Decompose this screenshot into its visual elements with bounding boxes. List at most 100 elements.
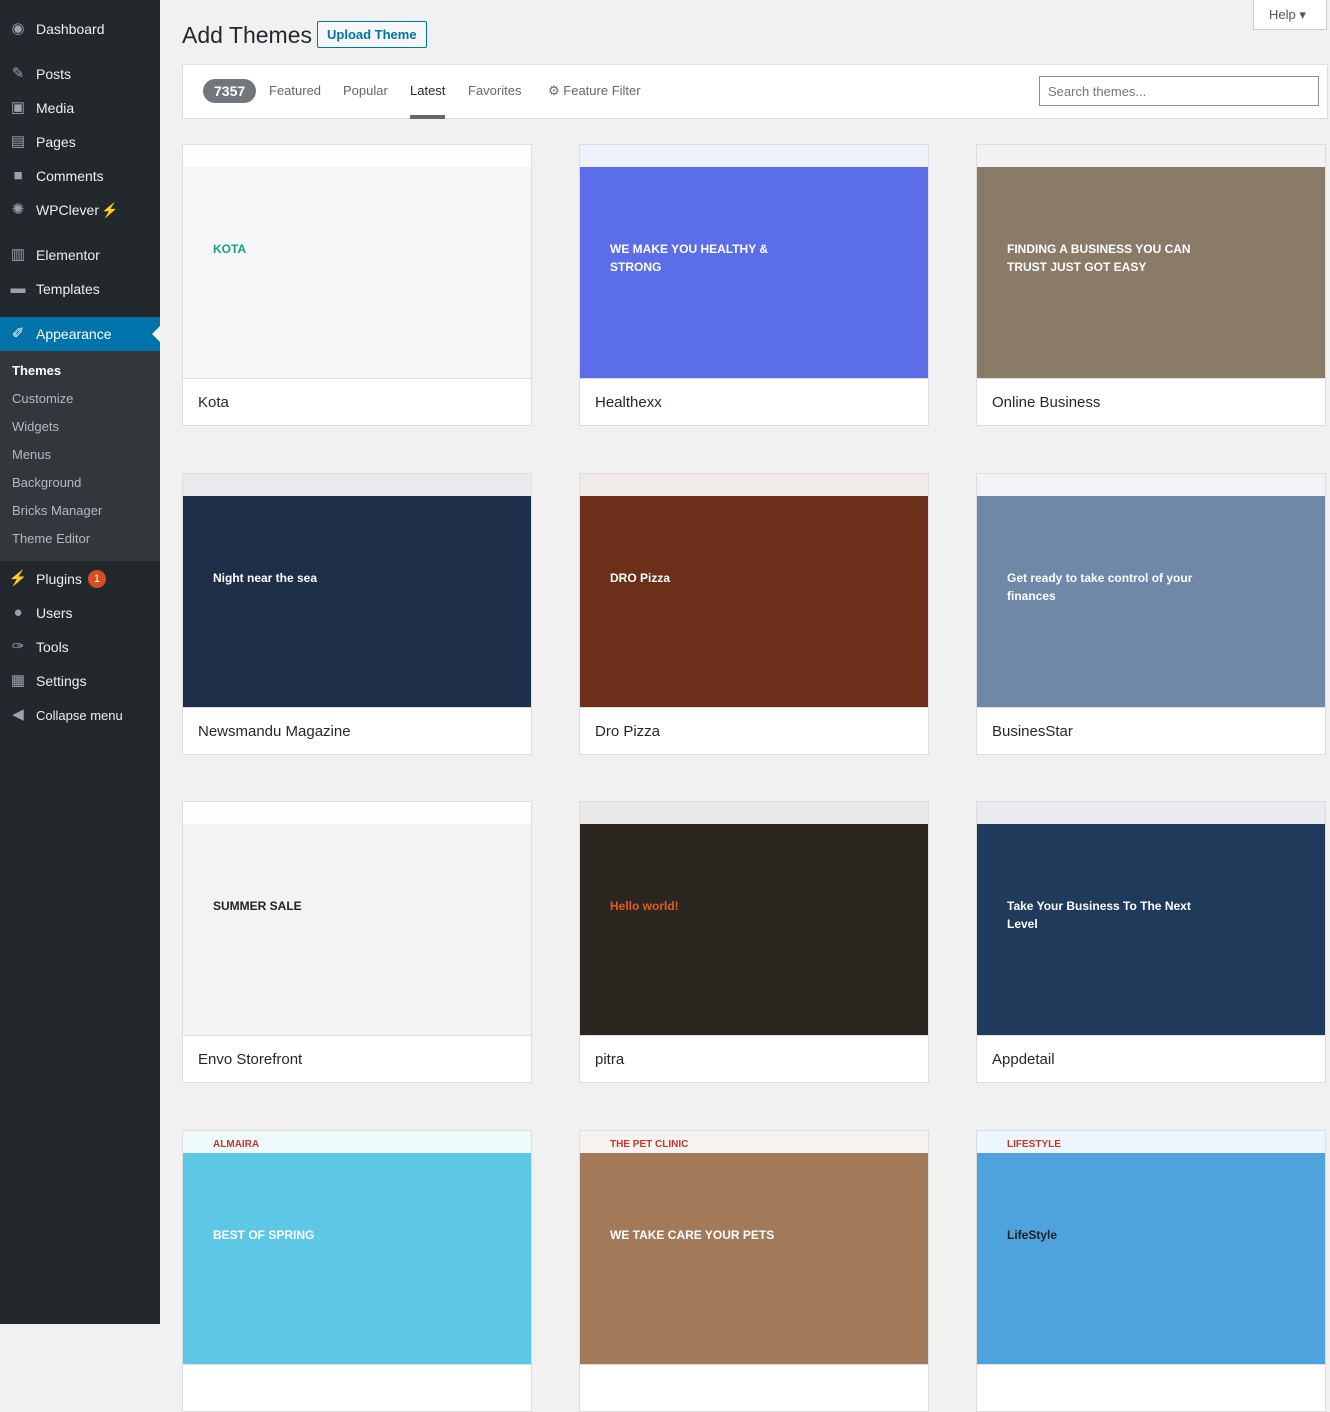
theme-screenshot[interactable]: Hello world! <box>580 802 928 1036</box>
sidebar-item-label: Templates <box>36 281 100 297</box>
submenu-item-themes[interactable]: Themes <box>0 357 160 385</box>
sidebar-item-pages[interactable]: ▤ Pages <box>0 125 160 159</box>
sidebar-item-users[interactable]: ● Users <box>0 596 160 630</box>
theme-name: Kota <box>198 394 229 411</box>
thumb-header <box>977 802 1325 824</box>
sidebar-item-tools[interactable]: ✑ Tools <box>0 630 160 664</box>
theme-screenshot[interactable]: LifeStyle LifeStyle <box>977 1131 1325 1365</box>
sidebar-item-plugins[interactable]: ⚡ Plugins 1 <box>0 562 160 596</box>
theme-name: Healthexx <box>595 394 662 411</box>
tab-featured[interactable]: Featured <box>269 83 321 98</box>
search-themes-input[interactable] <box>1039 76 1319 106</box>
thumb-headline: WE MAKE YOU HEALTHY & STRONG <box>610 242 769 274</box>
theme-card[interactable]: Get ready to take control of your financ… <box>976 473 1326 755</box>
theme-card[interactable]: DRO Pizza Dro Pizza <box>579 473 929 755</box>
theme-card[interactable]: Take Your Business To The Next Level Appd… <box>976 801 1326 1083</box>
theme-name: Envo Storefront <box>198 1051 303 1068</box>
theme-screenshot[interactable]: almaira BEST OF SPRING <box>183 1131 531 1365</box>
help-tab-button[interactable]: Help ▾ <box>1253 0 1327 30</box>
submenu-item-menus[interactable]: Menus <box>0 441 160 469</box>
theme-screenshot[interactable]: FINDING A BUSINESS YOU CAN TRUST JUST GO… <box>977 145 1325 379</box>
sidebar-item-templates[interactable]: ▬ Templates <box>0 272 160 306</box>
sidebar-item-label: Users <box>36 605 73 621</box>
theme-card[interactable]: Hello world! pitra <box>579 801 929 1083</box>
elementor-icon: ▥ <box>10 246 26 263</box>
thumb-logo-text: almaira <box>213 1139 260 1150</box>
thumb-header <box>580 145 928 167</box>
sidebar-item-label: Appearance <box>36 326 112 342</box>
pin-icon: ✎ <box>11 65 25 82</box>
thumb-headline: Get ready to take control of your financ… <box>1007 571 1193 603</box>
wpclever-icon: ✺ <box>11 201 25 218</box>
theme-screenshot[interactable]: SUMMER SALE <box>183 802 531 1036</box>
thumb-header <box>183 145 531 167</box>
thumb-headline: BEST OF SPRING <box>213 1228 315 1242</box>
tab-popular[interactable]: Popular <box>343 83 388 98</box>
theme-name: BusinesStar <box>992 723 1073 740</box>
page-title: Add Themes <box>182 22 312 48</box>
sidebar-item-label: Dashboard <box>36 21 105 37</box>
sidebar-item-appearance[interactable]: ✐ Appearance <box>0 317 160 351</box>
help-label: Help <box>1269 7 1296 22</box>
feature-filter-button[interactable]: ⚙ Feature Filter <box>548 83 641 99</box>
theme-name: Appdetail <box>992 1051 1055 1068</box>
tab-favorites[interactable]: Favorites <box>468 83 521 98</box>
theme-screenshot[interactable]: Night near the sea <box>183 474 531 708</box>
upload-theme-button[interactable]: Upload Theme <box>317 21 427 48</box>
theme-card[interactable]: SUMMER SALE Envo Storefront <box>182 801 532 1083</box>
theme-card[interactable]: LifeStyle LifeStyle <box>976 1130 1326 1412</box>
sidebar-item-posts[interactable]: ✎ Posts <box>0 57 160 91</box>
theme-screenshot[interactable]: The Pet Clinic WE TAKE CARE YOUR PETS <box>580 1131 928 1365</box>
theme-card[interactable]: almaira BEST OF SPRING <box>182 1130 532 1412</box>
dashboard-icon: ◉ <box>11 20 25 37</box>
sidebar-item-collapse-menu[interactable]: ◀ Collapse menu <box>0 698 160 732</box>
theme-screenshot[interactable]: DRO Pizza <box>580 474 928 708</box>
sidebar-item-wpclever[interactable]: ✺ WPClever ⚡ <box>0 193 160 227</box>
sidebar-item-elementor[interactable]: ▥ Elementor <box>0 238 160 272</box>
thumb-headline: Hello world! <box>610 899 679 913</box>
settings-icon: ▦ <box>10 672 26 689</box>
submenu-item-background[interactable]: Background <box>0 469 160 497</box>
thumb-headline: LifeStyle <box>1007 1228 1058 1242</box>
submenu-item-bricks-manager[interactable]: Bricks Manager <box>0 497 160 525</box>
theme-name: Online Business <box>992 394 1101 411</box>
sidebar-item-label: Elementor <box>36 247 100 263</box>
thumb-logo-text: LifeStyle <box>1007 1139 1061 1150</box>
theme-name: Newsmandu Magazine <box>198 723 351 740</box>
theme-card[interactable]: WE MAKE YOU HEALTHY & STRONG Healthexx <box>579 144 929 426</box>
collapse-icon: ◀ <box>12 706 24 723</box>
theme-screenshot[interactable]: KOTA <box>183 145 531 379</box>
thumb-header <box>580 802 928 824</box>
wrench-icon: ✑ <box>11 638 25 655</box>
media-icon: ▣ <box>10 99 26 116</box>
sidebar-item-label: Collapse menu <box>36 707 123 723</box>
theme-card[interactable]: FINDING A BUSINESS YOU CAN TRUST JUST GO… <box>976 144 1326 426</box>
feature-filter-label: Feature Filter <box>563 83 641 98</box>
submenu-item-theme-editor[interactable]: Theme Editor <box>0 525 160 553</box>
theme-screenshot[interactable]: WE MAKE YOU HEALTHY & STRONG <box>580 145 928 379</box>
sidebar-item-settings[interactable]: ▦ Settings <box>0 664 160 698</box>
submenu-item-widgets[interactable]: Widgets <box>0 413 160 441</box>
update-count-badge: 1 <box>87 570 106 588</box>
submenu-item-customize[interactable]: Customize <box>0 385 160 413</box>
sidebar-item-comments[interactable]: ■ Comments <box>0 159 160 193</box>
sidebar-item-media[interactable]: ▣ Media <box>0 91 160 125</box>
plugin-icon: ⚡ <box>8 570 28 587</box>
thumb-header <box>183 474 531 496</box>
sidebar-item-label: Pages <box>36 134 76 150</box>
theme-name: pitra <box>595 1051 625 1068</box>
thumb-headline: WE TAKE CARE YOUR PETS <box>610 1228 775 1242</box>
theme-card[interactable]: KOTA Kota <box>182 144 532 426</box>
sidebar-item-label: Comments <box>36 168 104 184</box>
theme-card[interactable]: Night near the sea Newsmandu Magazine <box>182 473 532 755</box>
theme-card[interactable]: The Pet Clinic WE TAKE CARE YOUR PETS <box>579 1130 929 1412</box>
thumb-header <box>977 145 1325 167</box>
tab-latest[interactable]: Latest <box>410 83 446 119</box>
theme-name: Dro Pizza <box>595 723 661 740</box>
users-icon: ● <box>13 604 23 621</box>
thumb-headline: Night near the sea <box>213 571 318 585</box>
sidebar-item-dashboard[interactable]: ◉ Dashboard <box>0 12 160 46</box>
thumb-headline: FINDING A BUSINESS YOU CAN TRUST JUST GO… <box>1007 242 1191 274</box>
theme-screenshot[interactable]: Get ready to take control of your financ… <box>977 474 1325 708</box>
theme-screenshot[interactable]: Take Your Business To The Next Level <box>977 802 1325 1036</box>
